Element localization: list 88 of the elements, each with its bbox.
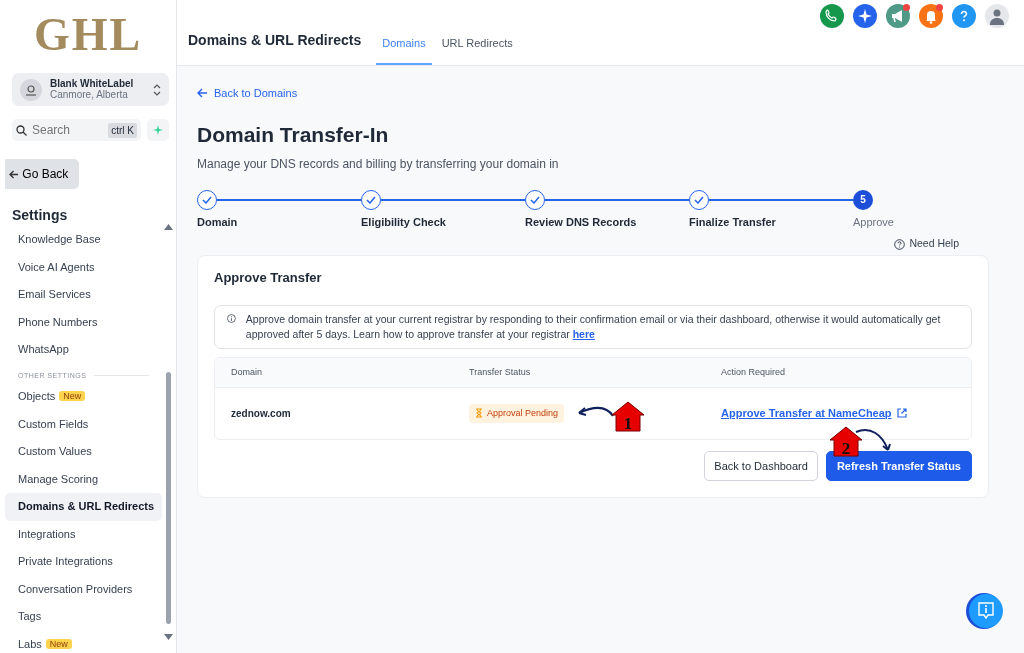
item-label: Objects xyxy=(18,390,56,402)
sidebar-item[interactable]: Custom Fields xyxy=(5,410,162,438)
item-label: Tags xyxy=(18,610,42,622)
sidebar-item[interactable]: WhatsApp xyxy=(5,336,162,364)
step-label: Approve xyxy=(853,214,894,230)
megaphone-button[interactable] xyxy=(886,4,910,28)
hourglass-icon xyxy=(475,408,483,419)
arrow-left-icon xyxy=(9,170,19,180)
info-text: Approve domain transfer at your current registrar by responding to their confirmation email or via their dashboard, otherwise it would automatically get approved after 5 days. Learn how to approve transfer at your registrar here xyxy=(245,311,942,342)
item-label: Knowledge Base xyxy=(18,233,101,245)
sidebar-item[interactable]: Objects New xyxy=(5,383,162,411)
card-title: Approve Transfer xyxy=(214,269,323,287)
notification-dot xyxy=(936,4,943,11)
sidebar-item[interactable]: Phone Numbers xyxy=(5,308,162,336)
info-icon xyxy=(227,311,236,325)
back-link[interactable]: Back to Domains xyxy=(197,85,298,102)
account-name: Blank WhiteLabel xyxy=(50,78,135,89)
search-input[interactable]: Search xyxy=(32,121,102,139)
avatar-button[interactable] xyxy=(985,4,1009,28)
here-link[interactable]: here xyxy=(572,327,595,340)
new-badge: New xyxy=(45,638,72,649)
arrow-left-icon xyxy=(197,88,208,99)
scrollbar[interactable] xyxy=(166,372,171,624)
sidebar-item[interactable]: Conversation Providers xyxy=(5,575,162,603)
help-icon xyxy=(894,238,906,250)
step-label: Finalize Transfer xyxy=(689,214,777,230)
domain-cell-text: zednow.com xyxy=(230,406,292,421)
tab[interactable]: Domains xyxy=(376,34,432,65)
back-to-dashboard-button[interactable]: Back to Dashboard xyxy=(704,450,818,482)
external-link-icon xyxy=(896,408,907,419)
sidebar-item[interactable]: Voice AI Agents xyxy=(5,253,162,281)
item-label: Custom Values xyxy=(18,445,92,457)
sidebar-item[interactable]: Domains & URL Redirects xyxy=(5,493,162,521)
item-label: WhatsApp xyxy=(18,343,69,355)
sidebar-item[interactable]: Tags xyxy=(5,603,162,631)
item-label: Voice AI Agents xyxy=(18,260,95,273)
location-icon xyxy=(20,78,42,101)
logo: GHL xyxy=(32,8,144,62)
chat-help-button[interactable] xyxy=(964,592,1005,630)
search-icon xyxy=(16,124,27,136)
item-label: Conversation Providers xyxy=(18,582,133,595)
item-label: Email Services xyxy=(18,288,91,300)
page-heading: Domain Transfer-In xyxy=(197,122,390,149)
notification-dot xyxy=(903,4,910,11)
item-label: Labs xyxy=(18,637,42,650)
bell-button[interactable] xyxy=(919,4,943,28)
scroll-up-icon[interactable] xyxy=(164,224,173,230)
step-number: 5 xyxy=(853,189,873,210)
tab[interactable]: URL Redirects xyxy=(435,34,519,65)
chat-info-icon xyxy=(964,592,1005,630)
page-title: Domains & URL Redirects xyxy=(188,31,362,50)
sidebar-item[interactable]: Private Integrations xyxy=(5,548,162,576)
step-label: Eligibility Check xyxy=(361,214,447,230)
item-label: Manage Scoring xyxy=(18,472,99,485)
column-header: Action Required xyxy=(721,365,787,379)
page-subtitle: Manage your DNS records and billing by transferring your domain in xyxy=(197,155,560,173)
sparkle-icon xyxy=(153,125,163,135)
sparkle-button[interactable] xyxy=(853,4,877,28)
chevron-icon xyxy=(153,83,161,96)
account-location: Canmore, Alberta xyxy=(50,89,129,101)
search-field[interactable]: Search ctrl K xyxy=(12,119,141,141)
item-label: Private Integrations xyxy=(18,555,113,567)
item-label: Custom Fields xyxy=(18,417,89,430)
section-heading: Settings xyxy=(12,206,69,225)
go-back-button[interactable]: Go Back xyxy=(5,159,79,189)
scroll-down-icon[interactable] xyxy=(164,634,173,640)
account-switcher[interactable]: Blank WhiteLabel Canmore, Alberta xyxy=(12,73,169,106)
item-label: Domains & URL Redirects xyxy=(18,500,155,512)
help-button[interactable] xyxy=(952,4,976,28)
item-label: Integrations xyxy=(18,527,76,540)
column-header: Transfer Status xyxy=(469,365,532,379)
shortcut-key: ctrl K xyxy=(108,122,137,138)
sidebar-item[interactable]: Knowledge Base xyxy=(5,226,162,254)
step-label: Domain xyxy=(197,214,239,230)
step-label: Review DNS Records xyxy=(525,214,638,230)
sidebar-item[interactable]: Manage Scoring xyxy=(5,465,162,493)
sidebar-item[interactable]: Custom Values xyxy=(5,438,162,466)
new-badge: New xyxy=(59,391,86,401)
sidebar-item[interactable]: Labs New xyxy=(5,630,162,653)
sidebar-item[interactable]: Integrations xyxy=(5,520,162,548)
phone-button[interactable] xyxy=(820,4,844,28)
column-header: Domain xyxy=(230,365,263,379)
approve-transfer-link[interactable]: Approve Transfer at NameCheap xyxy=(721,405,907,422)
item-label: Phone Numbers xyxy=(18,315,98,328)
need-help-link[interactable]: Need Help xyxy=(894,236,959,252)
sidebar-item[interactable]: Email Services xyxy=(5,281,162,309)
avatar-icon xyxy=(988,7,1006,25)
status-badge: Approval Pending xyxy=(469,403,565,424)
